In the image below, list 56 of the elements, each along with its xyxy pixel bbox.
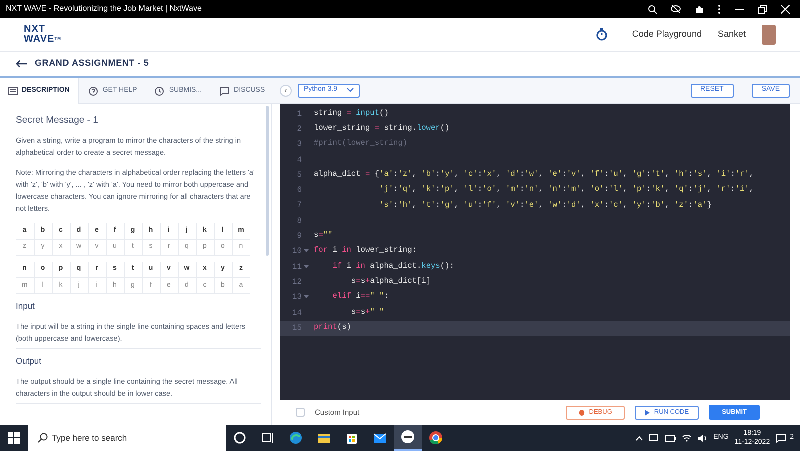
line-number: 12 [291,276,302,289]
restore-icon[interactable] [758,4,767,14]
fold-caret-icon[interactable] [304,264,308,269]
window-title: NXT WAVE - Revolutionizing the Job Market | NxtWave [6,3,202,15]
line-number: 3 [296,139,302,152]
scrollbar[interactable] [266,106,269,256]
bug-icon [579,409,586,416]
collapse-button[interactable]: ‹ [280,84,292,96]
caret-icon [347,88,354,93]
browser-swirl-icon [288,430,304,446]
problem-title: Secret Message - 1 [16,114,100,128]
chevron-up-icon[interactable] [636,436,643,440]
line-number: 8 [296,216,302,228]
section-heading: Output [16,355,43,368]
search-icon [38,433,48,443]
back-arrow-icon[interactable] [16,60,27,68]
line-number: 15 [291,322,302,335]
line-number: 11 [291,262,302,274]
battery-icon[interactable] [664,434,676,442]
fold-caret-icon[interactable] [304,249,308,254]
line-number: 14 [291,308,302,320]
eye-off-icon[interactable] [671,5,681,13]
line-number: 13 [291,292,302,304]
speaker-icon[interactable] [698,434,708,442]
clock-icon [155,86,166,96]
line-number: 7 [296,200,302,212]
page-title: GRAND ASSIGNMENT - 5 [35,57,150,70]
wifi-icon[interactable] [682,434,692,442]
line-number: 1 [296,108,302,121]
nav-link[interactable]: Code Playground [632,28,702,42]
line-number: 6 [296,185,302,198]
search-field[interactable]: Type here to search [28,425,226,451]
chrome-circle-icon [428,430,444,446]
section-heading: Input [16,300,36,313]
help-icon [88,86,99,96]
fold-caret-icon[interactable] [304,295,308,300]
cortana-circle-icon [232,430,248,446]
line-number: 5 [296,170,302,182]
user-name: Sanket [718,28,746,41]
taskbar-app[interactable] [394,425,422,451]
round-app-icon [400,429,416,445]
checkbox[interactable] [296,408,305,417]
chat-icon [220,86,230,96]
document-icon [8,86,18,96]
line-number: 9 [296,231,302,244]
play-icon [645,410,650,416]
stopwatch-icon[interactable] [596,28,608,41]
chat-bubble-icon [776,434,786,442]
line-number: 10 [291,246,302,258]
task-view-icon [260,430,276,446]
zoom-icon[interactable] [648,4,657,14]
close-icon[interactable] [781,4,790,14]
user-avatar[interactable] [762,24,776,44]
more-icon[interactable] [718,4,721,14]
line-number: 2 [296,124,302,136]
line-number: 4 [296,154,302,167]
